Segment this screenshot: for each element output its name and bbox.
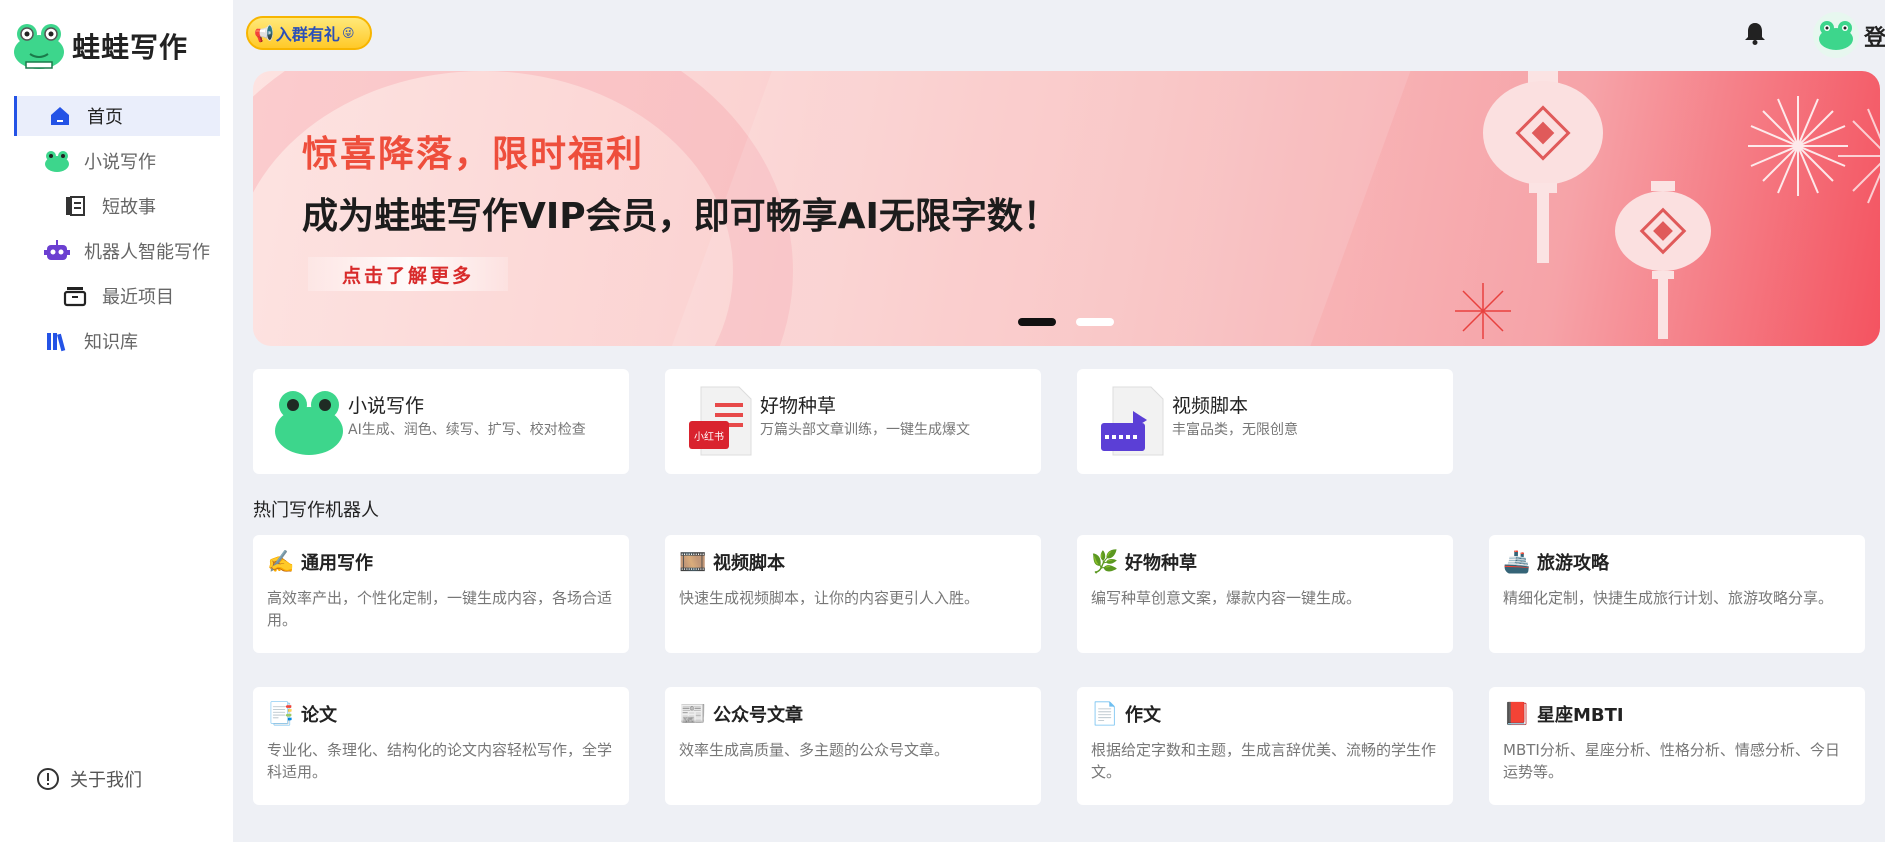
login-button[interactable]: 登 bbox=[1864, 20, 1885, 52]
bot-card-essay[interactable]: 📄 作文 根据给定字数和主题，生成言辞优美、流畅的学生作文。 bbox=[1077, 687, 1453, 805]
sidebar-item-label: 小说写作 bbox=[84, 152, 156, 173]
feature-desc: AI生成、润色、续写、扩写、校对检查 bbox=[348, 422, 586, 438]
feature-card-video-script[interactable]: 视频脚本 丰富品类，无限创意 bbox=[1077, 369, 1453, 474]
sidebar: 蛙蛙写作 首页 小说写作 短故事 机器人智能写作 最近项目 知识库 关于我们 bbox=[0, 0, 233, 842]
feature-card-product-review[interactable]: 小红书 好物种草 万篇头部文章训练，一键生成爆文 bbox=[665, 369, 1041, 474]
firework-icon bbox=[1838, 108, 1880, 204]
banner-subtitle: 惊喜降落，限时福利 bbox=[302, 134, 645, 175]
writing-hand-icon: ✍️ bbox=[267, 549, 295, 575]
newspaper-icon: 📰 bbox=[679, 701, 707, 727]
herb-icon: 🌿 bbox=[1091, 549, 1119, 575]
frog-icon bbox=[44, 148, 70, 174]
frog-avatar-icon bbox=[1819, 21, 1853, 50]
lantern-icon bbox=[1483, 71, 1603, 263]
sidebar-item-knowledge[interactable]: 知识库 bbox=[14, 321, 220, 361]
emoji-icon: 😜 bbox=[341, 26, 355, 40]
film-icon: 🎞️ bbox=[679, 549, 707, 575]
carousel-dot-2[interactable] bbox=[1076, 318, 1114, 326]
page-icon: 📄 bbox=[1091, 701, 1119, 727]
feature-title: 视频脚本 bbox=[1172, 395, 1249, 417]
books-icon bbox=[44, 328, 70, 354]
bot-title: 公众号文章 bbox=[713, 705, 803, 726]
robot-icon bbox=[44, 238, 70, 264]
feature-desc: 丰富品类，无限创意 bbox=[1172, 422, 1298, 438]
sidebar-item-robot-writing[interactable]: 机器人智能写作 bbox=[14, 231, 220, 271]
about-us-label: 关于我们 bbox=[70, 770, 142, 791]
join-group-label: 入群有礼 bbox=[275, 25, 340, 44]
frog-icon bbox=[275, 391, 343, 455]
sidebar-item-novel[interactable]: 小说写作 bbox=[14, 141, 220, 181]
video-doc-icon bbox=[1101, 386, 1164, 456]
bot-desc: 精细化定制，快捷生成旅行计划、旅游攻略分享。 bbox=[1503, 589, 1834, 607]
bot-card-thesis[interactable]: 📑 论文 专业化、条理化、结构化的论文内容轻松写作，全学科适用。 bbox=[253, 687, 629, 805]
promo-banner[interactable]: 惊喜降落，限时福利 成为蛙蛙写作VIP会员，即可畅享AI无限字数！ 点击了解更多 bbox=[253, 71, 1880, 346]
bot-desc: 快速生成视频脚本，让你的内容更引人入胜。 bbox=[679, 589, 980, 607]
bot-title: 通用写作 bbox=[301, 553, 373, 574]
bot-desc: 专业化、条理化、结构化的论文内容轻松写作，全学科适用。 bbox=[267, 741, 613, 781]
bot-title: 旅游攻略 bbox=[1537, 553, 1609, 574]
home-icon bbox=[47, 103, 73, 129]
red-book-icon: 📕 bbox=[1503, 701, 1531, 727]
bot-desc: 根据给定字数和主题，生成言辞优美、流畅的学生作文。 bbox=[1091, 741, 1437, 781]
sidebar-item-label: 首页 bbox=[87, 107, 123, 128]
bot-card-zodiac-mbti[interactable]: 📕 星座MBTI MBTI分析、星座分析、性格分析、情感分析、今日运势等。 bbox=[1489, 687, 1865, 805]
about-us-link[interactable]: 关于我们 bbox=[36, 766, 142, 792]
user-avatar[interactable] bbox=[1813, 12, 1859, 58]
document-icon bbox=[62, 193, 88, 219]
feature-card-novel[interactable]: 小说写作 AI生成、润色、续写、扩写、校对检查 bbox=[253, 369, 629, 474]
bot-title: 星座MBTI bbox=[1537, 705, 1624, 726]
xiaohongshu-badge-text: 小红书 bbox=[694, 430, 724, 443]
feature-title: 好物种草 bbox=[760, 395, 837, 417]
bot-card-travel-guide[interactable]: 🚢 旅游攻略 精细化定制，快捷生成旅行计划、旅游攻略分享。 bbox=[1489, 535, 1865, 653]
sidebar-item-short-story[interactable]: 短故事 bbox=[14, 186, 220, 226]
bookmark-tabs-icon: 📑 bbox=[267, 701, 295, 727]
bell-icon[interactable] bbox=[1742, 20, 1768, 46]
bot-desc: 高效率产出，个性化定制，一键生成内容，各场合适用。 bbox=[267, 589, 613, 629]
section-title: 热门写作机器人 bbox=[253, 500, 379, 521]
bot-card-product-review[interactable]: 🌿 好物种草 编写种草创意文案，爆款内容一键生成。 bbox=[1077, 535, 1453, 653]
bot-desc: MBTI分析、星座分析、性格分析、情感分析、今日运势等。 bbox=[1503, 741, 1840, 781]
bot-desc: 效率生成高质量、多主题的公众号文章。 bbox=[679, 741, 950, 759]
firework-icon bbox=[1455, 283, 1511, 339]
bot-card-wechat-article[interactable]: 📰 公众号文章 效率生成高质量、多主题的公众号文章。 bbox=[665, 687, 1041, 805]
ship-icon: 🚢 bbox=[1503, 549, 1531, 575]
banner-title: 成为蛙蛙写作VIP会员，即可畅享AI无限字数！ bbox=[302, 196, 1059, 237]
bot-title: 视频脚本 bbox=[713, 553, 785, 574]
feature-title: 小说写作 bbox=[348, 395, 425, 417]
app-name: 蛙蛙写作 bbox=[72, 31, 189, 64]
join-group-badge[interactable]: 📢 入群有礼 😜 bbox=[246, 16, 372, 50]
bot-title: 论文 bbox=[301, 705, 337, 726]
bot-card-video-script[interactable]: 🎞️ 视频脚本 快速生成视频脚本，让你的内容更引人入胜。 bbox=[665, 535, 1041, 653]
sidebar-item-label: 知识库 bbox=[84, 332, 138, 353]
info-icon bbox=[37, 768, 59, 790]
bot-title: 作文 bbox=[1125, 705, 1161, 726]
carousel-dot-1[interactable] bbox=[1018, 318, 1056, 326]
sidebar-item-label: 机器人智能写作 bbox=[84, 242, 210, 263]
sidebar-item-label: 短故事 bbox=[102, 197, 156, 218]
bot-card-general-writing[interactable]: ✍️ 通用写作 高效率产出，个性化定制，一键生成内容，各场合适用。 bbox=[253, 535, 629, 653]
xiaohongshu-doc-icon: 小红书 bbox=[689, 386, 752, 456]
feature-desc: 万篇头部文章训练，一键生成爆文 bbox=[760, 422, 970, 438]
bot-desc: 编写种草创意文案，爆款内容一键生成。 bbox=[1091, 589, 1362, 607]
folder-icon bbox=[62, 283, 88, 309]
sidebar-item-home[interactable]: 首页 bbox=[14, 96, 220, 136]
megaphone-icon: 📢 bbox=[254, 23, 274, 43]
sidebar-item-recent[interactable]: 最近项目 bbox=[14, 276, 220, 316]
lantern-icon bbox=[1615, 181, 1711, 339]
frog-logo-icon bbox=[14, 24, 64, 69]
app-logo[interactable]: 蛙蛙写作 bbox=[12, 22, 188, 70]
bot-title: 好物种草 bbox=[1125, 553, 1197, 574]
sidebar-item-label: 最近项目 bbox=[102, 287, 174, 308]
banner-cta-button[interactable]: 点击了解更多 bbox=[308, 257, 508, 291]
